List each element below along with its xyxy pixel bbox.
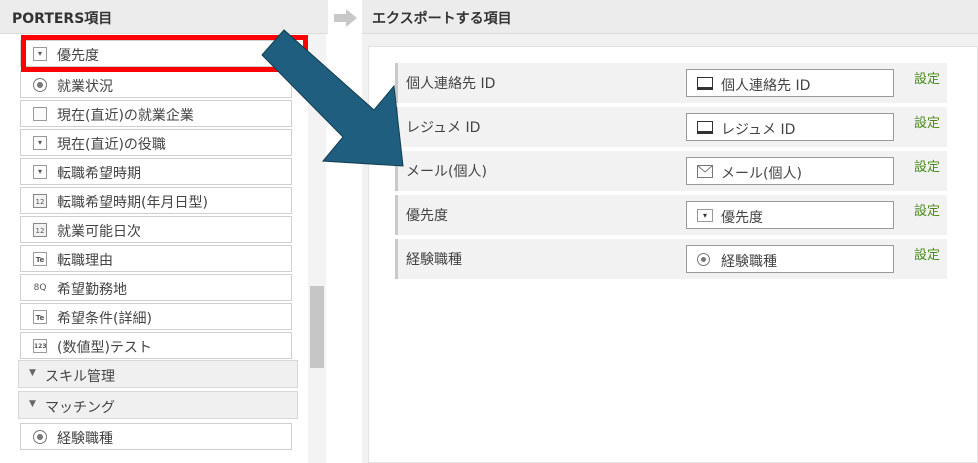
mail-icon bbox=[697, 165, 713, 178]
export-row-value: レジュメ ID bbox=[721, 122, 796, 138]
export-fields-area[interactable]: 個人連絡先 ID 個人連絡先 ID 設定 レジュメ ID レジュメ ID 設定 … bbox=[368, 46, 978, 463]
field-item-label: 経験職種 bbox=[57, 431, 113, 447]
calendar-icon: 12 bbox=[33, 194, 47, 208]
dropdown-icon: ▾ bbox=[33, 136, 47, 150]
group-label: マッチング bbox=[45, 400, 115, 416]
export-row-value: メール(個人) bbox=[721, 166, 802, 182]
monitor-icon bbox=[697, 77, 713, 90]
export-row-value-box: メール(個人) bbox=[686, 157, 894, 185]
setting-link[interactable]: 設定 bbox=[914, 112, 940, 131]
field-item-label: 転職希望時期(年月日型) bbox=[57, 195, 208, 211]
export-row-contact-id[interactable]: 個人連絡先 ID 個人連絡先 ID 設定 bbox=[395, 63, 947, 103]
group-skill-management[interactable]: ▼ スキル管理 bbox=[18, 360, 298, 388]
group-matching[interactable]: ▼ マッチング bbox=[18, 391, 298, 419]
field-item-desired-location[interactable]: 8Q 希望勤務地 bbox=[20, 274, 292, 301]
field-item-label: 転職希望時期 bbox=[57, 166, 141, 182]
field-item-desired-change-time[interactable]: ▾ 転職希望時期 bbox=[20, 158, 292, 185]
field-item-numeric-test[interactable]: 123 (数値型)テスト bbox=[20, 332, 292, 359]
setting-link[interactable]: 設定 bbox=[914, 156, 940, 175]
dropdown-icon: ▾ bbox=[33, 165, 47, 179]
export-row-name: 優先度 bbox=[406, 208, 448, 224]
field-item-label: 希望条件(詳細) bbox=[57, 311, 152, 327]
export-fields-panel: 個人連絡先 ID 個人連絡先 ID 設定 レジュメ ID レジュメ ID 設定 … bbox=[362, 34, 978, 463]
export-row-value: 個人連絡先 ID bbox=[721, 78, 811, 94]
field-item-desired-change-date[interactable]: 12 転職希望時期(年月日型) bbox=[20, 187, 292, 214]
export-row-value-box: ▾ 優先度 bbox=[686, 201, 894, 229]
setting-link[interactable]: 設定 bbox=[914, 68, 940, 87]
export-row-name: 個人連絡先 ID bbox=[406, 76, 496, 92]
arrow-right-icon bbox=[334, 9, 357, 27]
export-fields-title: エクスポートする項目 bbox=[372, 11, 512, 27]
field-item-label: (数値型)テスト bbox=[57, 340, 152, 356]
field-item-employment-status[interactable]: 就業状況 bbox=[20, 71, 292, 98]
field-item-label: 希望勤務地 bbox=[57, 282, 127, 298]
field-item-current-position[interactable]: ▾ 現在(直近)の役職 bbox=[20, 129, 292, 156]
porters-fields-header: PORTERS項目 bbox=[0, 0, 328, 34]
scrollbar-thumb[interactable] bbox=[310, 286, 324, 368]
radio-icon bbox=[33, 78, 47, 92]
field-item-label: 就業可能日次 bbox=[57, 224, 141, 240]
group-label: スキル管理 bbox=[45, 369, 115, 385]
document-icon bbox=[33, 107, 47, 121]
radio-icon bbox=[33, 430, 47, 444]
export-row-name: 経験職種 bbox=[406, 252, 462, 268]
porters-fields-title: PORTERS項目 bbox=[12, 11, 113, 27]
calendar-icon: 12 bbox=[33, 223, 47, 237]
monitor-icon bbox=[697, 121, 713, 134]
chevron-down-icon: ▼ bbox=[29, 399, 36, 409]
radio-icon bbox=[697, 253, 710, 266]
export-row-email[interactable]: メール(個人) メール(個人) 設定 bbox=[395, 151, 947, 191]
export-row-value: 経験職種 bbox=[721, 254, 777, 270]
field-item-label: 就業状況 bbox=[57, 79, 113, 95]
field-item-label: 転職理由 bbox=[57, 253, 113, 269]
textarea-icon: Te bbox=[33, 310, 47, 324]
dropdown-icon: ▾ bbox=[697, 209, 713, 222]
setting-link[interactable]: 設定 bbox=[914, 200, 940, 219]
export-row-value-box: 経験職種 bbox=[686, 245, 894, 273]
export-row-value-box: 個人連絡先 ID bbox=[686, 69, 894, 97]
export-row-resume-id[interactable]: レジュメ ID レジュメ ID 設定 bbox=[395, 107, 947, 147]
export-row-experience-occupation[interactable]: 経験職種 経験職種 設定 bbox=[395, 239, 947, 279]
export-row-priority[interactable]: 優先度 ▾ 優先度 設定 bbox=[395, 195, 947, 235]
field-item-experience-occupation[interactable]: 経験職種 bbox=[20, 423, 292, 450]
field-item-label: 現在(直近)の役職 bbox=[57, 137, 166, 153]
export-row-value-box: レジュメ ID bbox=[686, 113, 894, 141]
left-scrollbar[interactable] bbox=[308, 34, 326, 463]
textarea-icon: Te bbox=[33, 252, 47, 266]
setting-link[interactable]: 設定 bbox=[914, 244, 940, 263]
field-item-desired-conditions[interactable]: Te 希望条件(詳細) bbox=[20, 303, 292, 330]
export-row-name: レジュメ ID bbox=[406, 120, 481, 136]
export-row-name: メール(個人) bbox=[406, 164, 487, 180]
field-item-available-date[interactable]: 12 就業可能日次 bbox=[20, 216, 292, 243]
field-item-current-company[interactable]: 現在(直近)の就業企業 bbox=[20, 100, 292, 127]
export-row-value: 優先度 bbox=[721, 210, 763, 226]
number-icon: 123 bbox=[33, 339, 47, 353]
porters-fields-list: ▾ 優先度 就業状況 現在(直近)の就業企業 ▾ 現在(直近)の役職 ▾ 転職希… bbox=[0, 34, 308, 463]
field-item-change-reason[interactable]: Te 転職理由 bbox=[20, 245, 292, 272]
highlight-box bbox=[21, 35, 308, 72]
export-fields-header: エクスポートする項目 bbox=[362, 0, 978, 34]
chevron-down-icon: ▼ bbox=[29, 368, 36, 378]
field-item-label: 現在(直近)の就業企業 bbox=[57, 108, 194, 124]
location-icon: 8Q bbox=[33, 283, 47, 293]
